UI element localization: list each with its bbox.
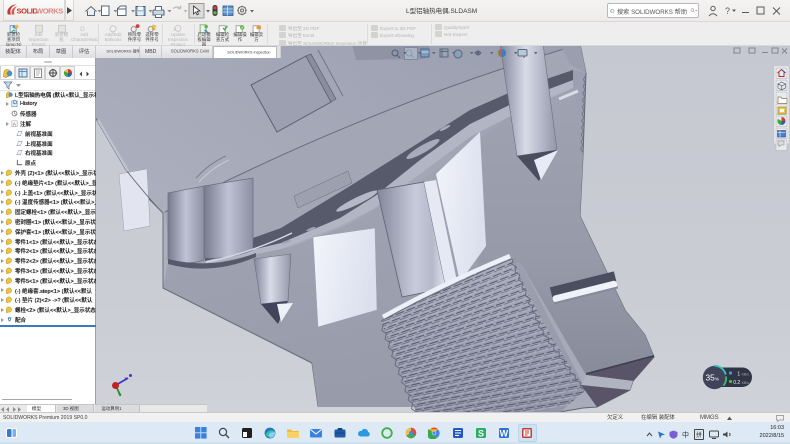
svg-text:Ω: Ω (80, 26, 85, 32)
svg-text:S: S (478, 429, 484, 439)
svg-text:W: W (500, 429, 509, 439)
svg-text:WORKS: WORKS (36, 6, 63, 15)
svg-text:i: i (612, 9, 613, 13)
svg-text:?: ? (725, 6, 730, 16)
